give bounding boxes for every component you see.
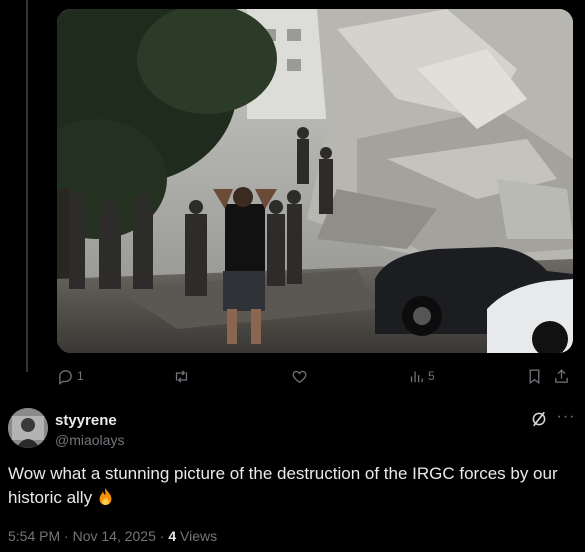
bookmark-button[interactable] <box>526 365 543 387</box>
tweet-meta: 5:54 PM · Nov 14, 2025 · 4 Views <box>8 528 217 544</box>
timestamp-link[interactable]: 5:54 PM · Nov 14, 2025 <box>8 528 156 544</box>
like-button[interactable] <box>291 365 311 387</box>
views-label: Views <box>176 528 218 544</box>
tweet-media-photo[interactable] <box>57 9 573 353</box>
author-row: styyrene @miaolays ··· <box>8 408 578 450</box>
share-icon <box>555 368 568 383</box>
share-button[interactable] <box>553 365 570 387</box>
reply-icon <box>59 369 72 385</box>
grok-icon[interactable] <box>530 410 548 428</box>
retweet-button[interactable] <box>173 365 193 387</box>
building-rubble-photo <box>57 9 573 353</box>
reply-count: 1 <box>77 369 84 383</box>
views-button[interactable]: 5 <box>408 365 435 387</box>
avatar[interactable] <box>8 408 48 448</box>
analytics-icon <box>410 371 423 382</box>
author-handle[interactable]: @miaolays <box>55 432 124 448</box>
views-count: 4 <box>168 528 177 544</box>
reply-button[interactable]: 1 <box>57 365 84 387</box>
author-display-name[interactable]: styyrene <box>55 412 117 429</box>
retweet-icon <box>175 369 188 383</box>
view-count: 5 <box>428 369 435 383</box>
heart-icon <box>292 370 307 383</box>
tweet-text: Wow what a stunning picture of the destr… <box>8 462 568 510</box>
fire-icon <box>99 488 112 505</box>
avatar-image <box>8 408 48 448</box>
tweet-body: Wow what a stunning picture of the destr… <box>8 464 558 507</box>
thread-line <box>26 0 28 372</box>
more-options-icon[interactable]: ··· <box>555 408 577 430</box>
meta-separator: · <box>155 528 169 544</box>
bookmark-icon <box>529 368 540 384</box>
tweet-actions: 1 5 <box>57 365 573 387</box>
